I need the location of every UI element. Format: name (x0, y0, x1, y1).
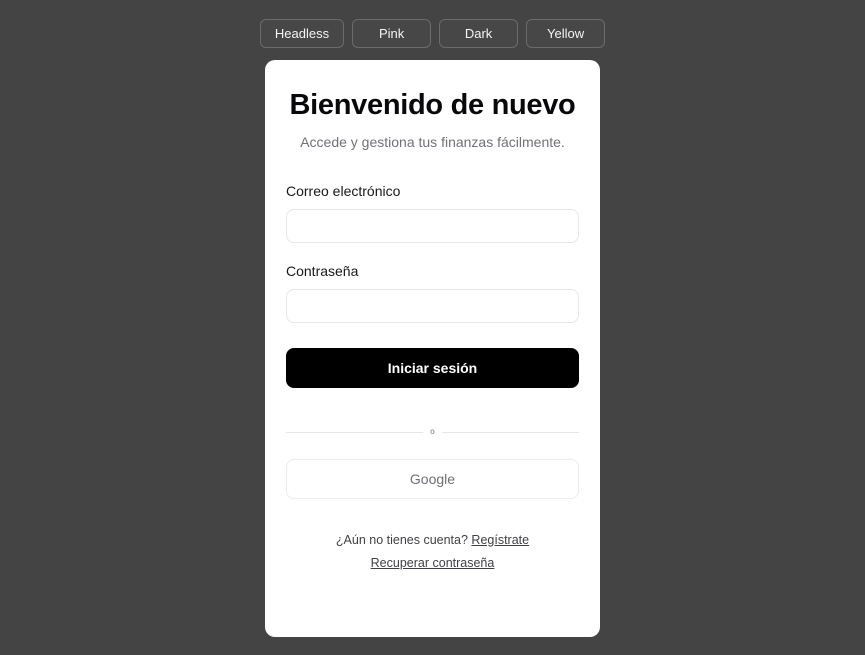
theme-switcher-bar: Headless Pink Dark Yellow (0, 19, 865, 48)
theme-button-dark[interactable]: Dark (439, 19, 519, 48)
password-field-group: Contraseña (286, 261, 579, 323)
theme-button-pink[interactable]: Pink (352, 19, 432, 48)
password-input[interactable] (286, 289, 579, 323)
signup-prompt-text: ¿Aún no tienes cuenta? (335, 533, 468, 547)
theme-button-yellow[interactable]: Yellow (526, 19, 606, 48)
theme-button-headless[interactable]: Headless (259, 19, 345, 48)
page-title: Bienvenido de nuevo (289, 89, 576, 121)
recover-row: Recuperar contraseña (286, 552, 579, 575)
divider-line-right (441, 431, 580, 433)
card-footer: ¿Aún no tienes cuenta? Regístrate Recupe… (286, 529, 579, 575)
login-form: Correo electrónico Contraseña Iniciar se… (286, 181, 580, 575)
recover-password-link[interactable]: Recuperar contraseña (371, 556, 495, 570)
email-label: Correo electrónico (286, 183, 401, 199)
divider: o (286, 425, 580, 439)
signup-row: ¿Aún no tienes cuenta? Regístrate (286, 529, 579, 552)
page-subtitle: Accede y gestiona tus finanzas fácilment… (300, 134, 565, 150)
signup-link[interactable]: Regístrate (471, 533, 529, 547)
email-input[interactable] (286, 209, 579, 243)
email-field-group: Correo electrónico (286, 181, 579, 243)
login-submit-button[interactable]: Iniciar sesión (286, 348, 579, 388)
google-signin-button[interactable]: Google (286, 459, 579, 499)
divider-label: o (423, 427, 442, 437)
divider-line-left (286, 431, 424, 433)
login-card: Bienvenido de nuevo Accede y gestiona tu… (265, 60, 600, 637)
password-label: Contraseña (286, 263, 359, 279)
